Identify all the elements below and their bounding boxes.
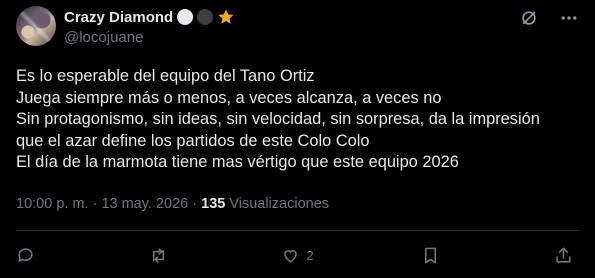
post-top-actions (519, 8, 579, 28)
repost-icon (152, 247, 164, 263)
views-label: Visualizaciones (225, 196, 330, 212)
divider (16, 230, 579, 231)
post-line: Sin protagonismo, sin ideas, sin velocid… (16, 110, 540, 129)
author-display-name[interactable]: Crazy Diamond (64, 9, 173, 26)
post-metadata: 10:00 p. m. · 13 may. 2026 · 135 Visuali… (16, 196, 329, 212)
meta-separator: · (88, 196, 102, 212)
author-name-row: Crazy Diamond (64, 8, 235, 26)
author-handle[interactable]: @locojuane (64, 29, 143, 46)
post-line: Es lo esperable del equipo del Tano Orti… (16, 67, 315, 85)
star-emoji-icon (218, 9, 234, 24)
bookmark-icon (425, 247, 437, 263)
meta-separator: · (188, 196, 202, 212)
share-button[interactable] (554, 246, 579, 265)
views-count: 135 (201, 196, 226, 212)
share-icon (556, 247, 571, 263)
reply-icon (18, 247, 33, 262)
post-date[interactable]: 13 may. 2026 (101, 196, 188, 212)
reply-button[interactable] (16, 246, 41, 265)
grok-icon[interactable] (519, 8, 539, 28)
action-bar: 2 (16, 243, 579, 267)
post-time[interactable]: 10:00 p. m. (16, 196, 89, 212)
avatar[interactable] (16, 6, 56, 46)
white-circle-emoji-icon (177, 9, 194, 25)
repost-button[interactable] (149, 246, 174, 265)
post-line: El día de la marmota tiene mas vértigo q… (16, 153, 459, 172)
bookmark-button[interactable] (421, 246, 446, 265)
post-line: Juega siempre más o menos, a veces alcan… (16, 88, 442, 107)
like-button[interactable]: 2 (281, 246, 314, 265)
more-options-icon[interactable] (559, 8, 579, 28)
black-circle-emoji-icon (197, 9, 214, 25)
post-text: Es lo esperable del equipo del Tano Orti… (16, 66, 581, 174)
post-line: que el azar define los partidos de este … (16, 131, 370, 150)
heart-icon (284, 249, 298, 263)
like-count: 2 (306, 247, 314, 263)
